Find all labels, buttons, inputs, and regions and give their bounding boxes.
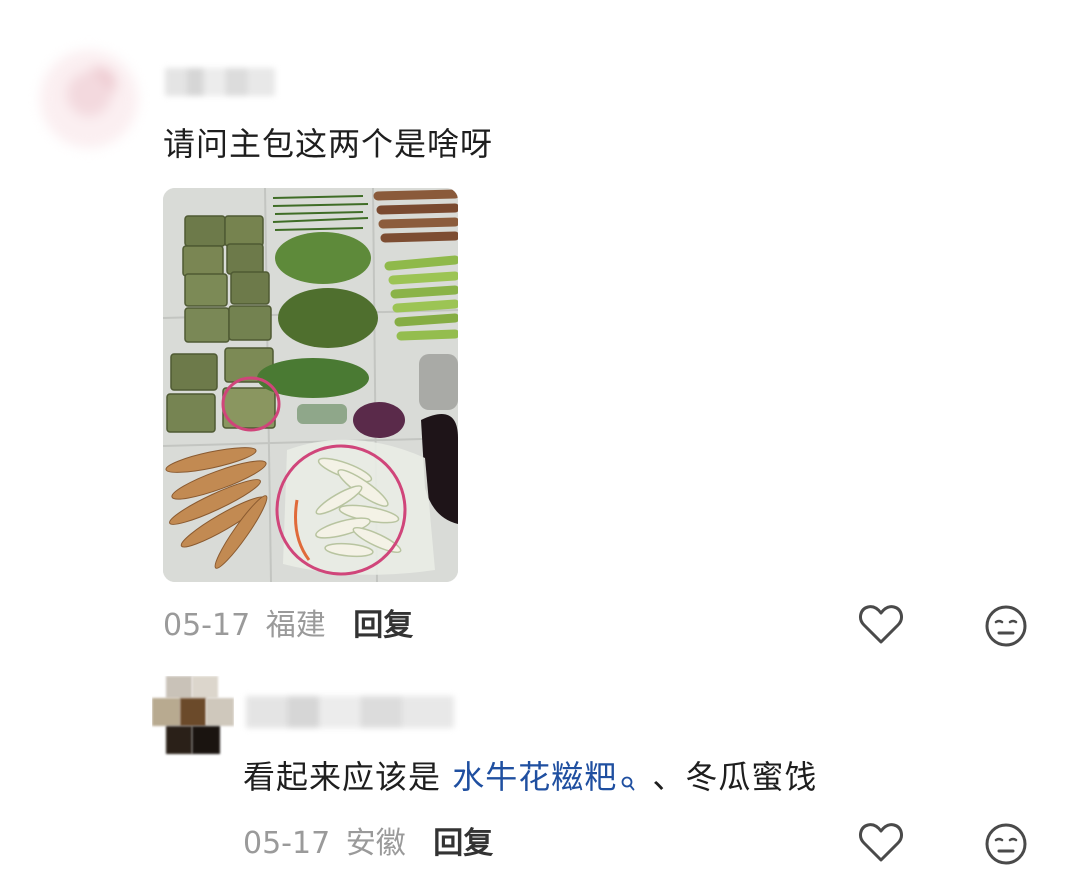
keyword-search-link[interactable]: 水牛花糍粑 <box>452 758 617 796</box>
avatar[interactable] <box>40 50 138 148</box>
comment-date: 05-17 <box>163 608 251 643</box>
neutral-face-icon[interactable] <box>984 604 1028 652</box>
reply-button[interactable]: 回复 <box>353 608 413 643</box>
comment-location: 福建 <box>265 608 326 643</box>
avatar[interactable] <box>152 676 234 758</box>
comment-location: 安徽 <box>345 826 406 861</box>
neutral-face-icon[interactable] <box>984 822 1028 870</box>
image-content <box>163 188 458 582</box>
search-icon[interactable] <box>621 761 635 801</box>
reply-button[interactable]: 回复 <box>433 826 493 861</box>
comment-text: 看起来应该是 水牛花糍粑 、冬瓜蜜饯 <box>243 757 817 801</box>
comment-date: 05-17 <box>243 826 331 861</box>
username-blurred[interactable] <box>246 696 454 728</box>
heart-outline-icon[interactable] <box>858 604 904 650</box>
comment-meta: 05-17 安徽 回复 <box>243 826 493 862</box>
comment-image[interactable] <box>163 188 458 582</box>
comment-meta: 05-17 福建 回复 <box>163 608 413 644</box>
comment-text-suffix: 、冬瓜蜜饯 <box>641 758 818 796</box>
comment-text: 请问主包这两个是啥呀 <box>163 125 494 163</box>
comment-text-prefix: 看起来应该是 <box>243 758 453 796</box>
heart-outline-icon[interactable] <box>858 822 904 868</box>
username-blurred[interactable] <box>165 68 275 96</box>
